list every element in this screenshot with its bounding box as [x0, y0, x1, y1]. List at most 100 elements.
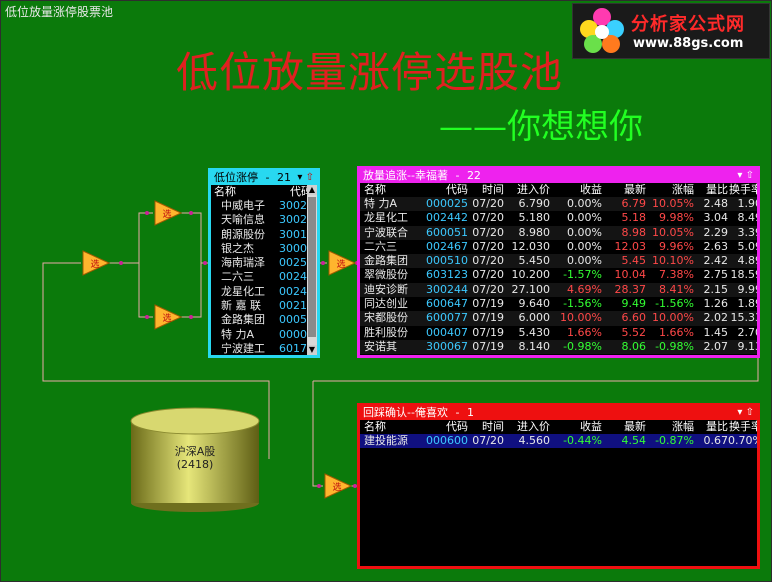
- col-header[interactable]: 代码: [424, 183, 468, 197]
- panel-controls: ▾ ⇧: [737, 169, 754, 183]
- table-row[interactable]: 金路集团 000510 07/20 5.450 0.00% 5.45 10.10% 2.42 4…: [360, 254, 757, 269]
- cell-change: -1.56%: [655, 297, 694, 311]
- col-header[interactable]: 收益: [550, 183, 602, 197]
- scroll-up-icon[interactable]: ▲: [307, 185, 317, 195]
- table-row[interactable]: 宁波联合 600051 07/20 8.980 0.00% 8.98 10.05% 2.29 3…: [360, 225, 757, 240]
- col-header[interactable]: 量比: [694, 183, 728, 197]
- col-header[interactable]: 涨幅: [646, 420, 694, 434]
- table-row[interactable]: 同达创业 600647 07/19 9.640 -1.56% 9.49 -1.56% 1.26…: [360, 297, 757, 311]
- col-header[interactable]: 进入价: [504, 420, 550, 434]
- panel-header[interactable]: 回踩确认--俺喜欢 - 1 ▾ ⇧: [360, 406, 757, 420]
- cell-volume-ratio: 2.63: [703, 239, 729, 253]
- col-header[interactable]: 时间: [468, 183, 504, 197]
- pin-icon[interactable]: ⇧: [746, 170, 754, 181]
- col-header[interactable]: 时间: [468, 420, 504, 434]
- col-name[interactable]: 名称: [211, 185, 270, 199]
- panel-title: 放量追涨--幸福著: [363, 169, 448, 182]
- cell-volume-ratio: 0.67: [703, 434, 729, 447]
- table-row[interactable]: 宋都股份 600077 07/19 6.000 10.00% 6.60 10.00% 2.02…: [360, 311, 757, 326]
- cell-code: 30017: [279, 227, 311, 241]
- panel-volume-chase[interactable]: 放量追涨--幸福著 - 22 ▾ ⇧ 名称 代码 时间 进入价 收益 最新 涨幅 量比 换手率 …: [357, 166, 760, 358]
- table-row[interactable]: 迪安诊断 300244 07/20 27.100 4.69% 28.37 8.41% 2.15…: [360, 282, 760, 298]
- table-row[interactable]: 特 力A 00002: [211, 328, 317, 342]
- table-body: 特 力A 000025 07/20 6.790 0.00% 6.79 10.05% 2.48 1…: [360, 197, 760, 355]
- cell-name: 龙星化工: [221, 284, 265, 298]
- cell-latest: 8.06: [621, 339, 647, 353]
- cell-name: 同达创业: [364, 297, 408, 311]
- table-row[interactable]: 特 力A 000025 07/20 6.790 0.00% 6.79 10.05% 2.48 1…: [360, 197, 757, 212]
- col-header[interactable]: 收益: [550, 420, 602, 434]
- filter-node-4[interactable]: 选: [328, 250, 357, 276]
- cell-name: 银之杰: [221, 241, 254, 255]
- cell-code: 600647: [426, 297, 468, 311]
- table-body: 中威电子 30027 天喻信息 30020 朗源股份 30017 银之杰 30008 海南瑞泽 0…: [211, 199, 317, 355]
- panel-header[interactable]: 低位涨停 - 21 ▾ ⇧: [211, 171, 317, 185]
- table-row[interactable]: 宁波建工 60178: [211, 341, 317, 355]
- filter-node-3[interactable]: 选: [154, 304, 183, 330]
- cell-code: 300244: [426, 282, 468, 296]
- cell-return: -1.57%: [563, 268, 602, 282]
- dropdown-icon[interactable]: ▾: [737, 407, 742, 418]
- filter-node-2[interactable]: 选: [154, 200, 183, 226]
- cell-name: 宁波建工: [221, 341, 265, 355]
- table-row[interactable]: 天喻信息 30020: [211, 213, 317, 227]
- scroll-down-icon[interactable]: ▼: [307, 345, 317, 355]
- cell-entry-price: 5.430: [518, 325, 551, 339]
- table-row[interactable]: 中威电子 30027: [211, 199, 317, 213]
- table-row[interactable]: 建投能源 000600 07/20 4.560 -0.44% 4.54 -0.87% 0.67…: [360, 434, 757, 449]
- table-row[interactable]: 胜利股份 000407 07/19 5.430 1.66% 5.52 1.66% 1.45 2.…: [360, 326, 757, 340]
- cell-latest: 5.45: [621, 254, 647, 268]
- cell-name: 二六三: [221, 270, 254, 284]
- cell-volume-ratio: 2.29: [703, 225, 729, 239]
- col-header[interactable]: 换手率: [728, 183, 757, 197]
- table-row[interactable]: 新 嘉 联 00218: [211, 299, 317, 313]
- table-row[interactable]: 二六三 002467 07/20 12.030 0.00% 12.03 9.96% 2.63 5…: [360, 240, 757, 254]
- table-row[interactable]: 海南瑞泽 00259: [211, 256, 317, 270]
- table-row[interactable]: 金路集团 00051: [211, 313, 317, 327]
- table-row[interactable]: 二六三 00246: [211, 270, 317, 284]
- col-header[interactable]: 进入价: [504, 183, 550, 197]
- table-row[interactable]: 安诺其 300067 07/19 8.140 -0.98% 8.06 -0.98% 2.07 9…: [360, 339, 757, 355]
- cell-volume-ratio: 2.42: [703, 254, 729, 268]
- cell-time: 07/19: [472, 297, 504, 311]
- filter-node-5[interactable]: 选: [324, 473, 353, 499]
- table-row[interactable]: 龙星化工 00244: [211, 285, 317, 299]
- scrollbar[interactable]: ▲ ▼: [307, 185, 317, 355]
- cell-name: 新 嘉 联: [221, 299, 261, 313]
- panel-count: 21: [276, 171, 291, 184]
- pin-icon[interactable]: ⇧: [306, 172, 314, 183]
- col-header[interactable]: 涨幅: [646, 183, 694, 197]
- cell-turnover: 9.99: [737, 282, 760, 296]
- panel-controls: ▾ ⇧: [737, 406, 754, 420]
- col-header[interactable]: 最新: [602, 183, 646, 197]
- table-row[interactable]: 翠微股份 603123 07/20 10.200 -1.57% 10.04 7.38% 2.7…: [360, 268, 757, 282]
- cell-latest: 9.49: [621, 297, 647, 311]
- filter-node-1[interactable]: 选: [82, 250, 111, 276]
- col-header[interactable]: 名称: [360, 183, 424, 197]
- dropdown-icon[interactable]: ▾: [737, 170, 742, 181]
- cell-name: 宋都股份: [364, 311, 408, 325]
- table-row[interactable]: 龙星化工 002442 07/20 5.180 0.00% 5.18 9.98% 3.04 8.…: [360, 211, 757, 225]
- dropdown-icon[interactable]: ▾: [297, 172, 302, 183]
- col-header[interactable]: 换手率: [728, 420, 757, 434]
- cell-code: 600051: [426, 225, 468, 239]
- cell-code: 603123: [426, 268, 468, 282]
- table-header: 名称 代码 时间 进入价 收益 最新 涨幅 量比 换手率: [360, 183, 757, 197]
- panel-low-limit-up[interactable]: 低位涨停 - 21 ▾ ⇧ 名称 代码 中威电子 30027 天喻信息 30020 朗源…: [208, 168, 320, 358]
- cell-volume-ratio: 2.48: [703, 197, 729, 210]
- cell-change: 7.38%: [659, 268, 694, 282]
- scroll-thumb[interactable]: [308, 197, 316, 337]
- cell-name: 金路集团: [221, 313, 265, 327]
- col-header[interactable]: 最新: [602, 420, 646, 434]
- panel-header[interactable]: 放量追涨--幸福著 - 22 ▾ ⇧: [360, 169, 757, 183]
- cell-code: 002467: [426, 239, 468, 253]
- table-row[interactable]: 银之杰 30008: [211, 242, 317, 256]
- filter-node-label: 选: [162, 312, 171, 324]
- col-header[interactable]: 量比: [694, 420, 728, 434]
- panel-pullback-confirm[interactable]: 回踩确认--俺喜欢 - 1 ▾ ⇧ 名称 代码 时间 进入价 收益 最新 涨幅 量比 换手率 建…: [357, 403, 760, 569]
- pin-icon[interactable]: ⇧: [746, 407, 754, 418]
- col-header[interactable]: 代码: [424, 420, 468, 434]
- table-row[interactable]: 朗源股份 30017: [211, 228, 317, 242]
- wire-chase-to-node5: [312, 381, 323, 487]
- col-header[interactable]: 名称: [360, 420, 424, 434]
